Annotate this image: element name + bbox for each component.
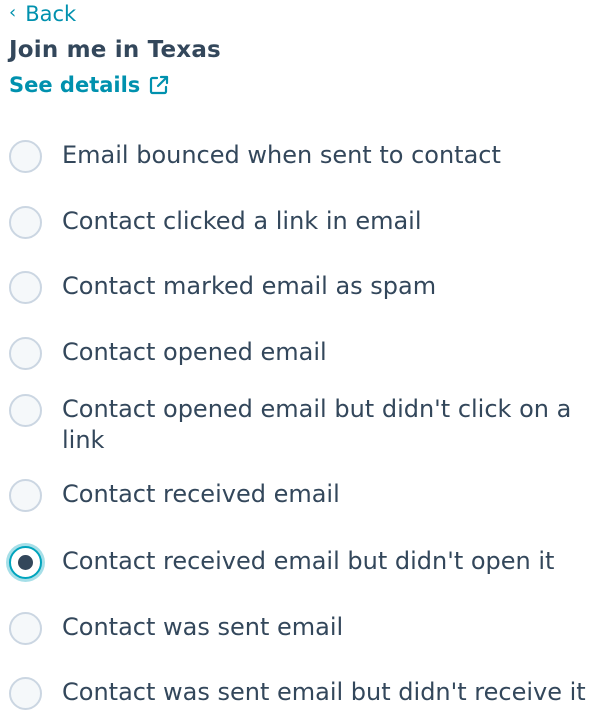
radio-button[interactable] <box>9 271 42 304</box>
radio-option-email-bounced[interactable]: Email bounced when sent to contact <box>9 140 588 173</box>
see-details-label: See details <box>9 73 141 97</box>
radio-option-label: Contact received email but didn't open i… <box>62 547 555 575</box>
radio-option-sent-not-received[interactable]: Contact was sent email but didn't receiv… <box>9 677 588 710</box>
radio-button[interactable] <box>9 394 42 427</box>
radio-option-label: Contact was sent email <box>62 613 344 641</box>
radio-option-clicked-link[interactable]: Contact clicked a link in email <box>9 206 588 239</box>
radio-option-received-not-opened[interactable]: Contact received email but didn't open i… <box>9 546 588 579</box>
radio-option-received-email[interactable]: Contact received email <box>9 479 588 512</box>
radio-option-label: Contact was sent email but didn't receiv… <box>62 678 586 706</box>
chevron-left-icon: ‹ <box>9 2 17 23</box>
radio-option-opened-email[interactable]: Contact opened email <box>9 337 588 370</box>
radio-button[interactable] <box>9 337 42 370</box>
radio-button[interactable] <box>9 479 42 512</box>
radio-button[interactable] <box>9 612 42 645</box>
radio-option-marked-spam[interactable]: Contact marked email as spam <box>9 271 588 304</box>
radio-button[interactable] <box>9 140 42 173</box>
radio-option-label: Contact opened email but didn't click on… <box>62 395 572 454</box>
back-label: Back <box>25 2 77 26</box>
radio-button[interactable] <box>9 206 42 239</box>
radio-option-label: Contact clicked a link in email <box>62 207 422 235</box>
page-title: Join me in Texas <box>9 37 221 63</box>
radio-button[interactable] <box>9 677 42 710</box>
external-link-icon <box>148 74 170 96</box>
radio-option-opened-no-click[interactable]: Contact opened email but didn't click on… <box>9 394 588 456</box>
see-details-link[interactable]: See details <box>9 73 170 97</box>
back-link[interactable]: ‹ Back <box>9 2 76 26</box>
radio-option-label: Contact received email <box>62 480 340 508</box>
radio-option-label: Contact marked email as spam <box>62 272 437 300</box>
radio-option-label: Email bounced when sent to contact <box>62 141 501 169</box>
radio-button-selected[interactable] <box>9 546 42 579</box>
radio-option-sent-email[interactable]: Contact was sent email <box>9 612 588 645</box>
radio-option-label: Contact opened email <box>62 338 327 366</box>
